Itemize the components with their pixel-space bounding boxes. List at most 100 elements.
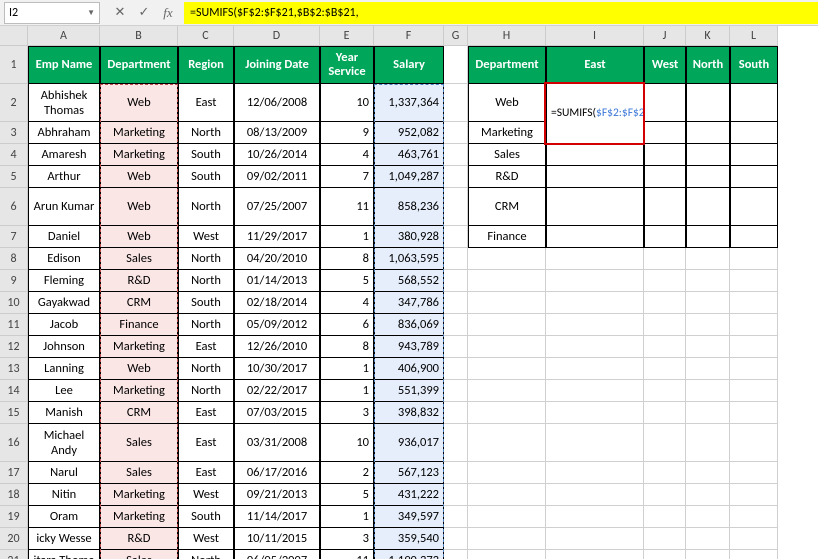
cell-E4[interactable]: 4 <box>320 144 374 166</box>
cell-H12[interactable] <box>468 336 546 358</box>
cell-D7[interactable]: 11/29/2017 <box>234 226 320 248</box>
cell-L16[interactable] <box>730 424 778 462</box>
cell-E16[interactable]: 10 <box>320 424 374 462</box>
cell-K20[interactable] <box>686 528 730 550</box>
cell-B4[interactable]: Marketing <box>100 144 178 166</box>
cell-C11[interactable]: North <box>178 314 234 336</box>
cell-C2[interactable]: East <box>178 84 234 122</box>
cell-F10[interactable]: 347,786 <box>374 292 444 314</box>
cell-B14[interactable]: Marketing <box>100 380 178 402</box>
cell-C20[interactable]: West <box>178 528 234 550</box>
cell-I11[interactable] <box>546 314 644 336</box>
row-header-20[interactable]: 20 <box>0 528 28 550</box>
cell-B17[interactable]: Sales <box>100 462 178 484</box>
cell-K6[interactable] <box>686 188 730 226</box>
cell-D5[interactable]: 09/02/2011 <box>234 166 320 188</box>
cell-K14[interactable] <box>686 380 730 402</box>
cell-B16[interactable]: Sales <box>100 424 178 462</box>
cell-I18[interactable] <box>546 484 644 506</box>
cell-H19[interactable] <box>468 506 546 528</box>
cell-E18[interactable]: 5 <box>320 484 374 506</box>
cell-J14[interactable] <box>644 380 686 402</box>
cell-D13[interactable]: 10/30/2017 <box>234 358 320 380</box>
cell-L4[interactable] <box>730 144 778 166</box>
cell-H3[interactable]: Marketing <box>468 122 546 144</box>
cell-L7[interactable] <box>730 226 778 248</box>
cell-B13[interactable]: Web <box>100 358 178 380</box>
cell-A16[interactable]: Michael Andy <box>28 424 100 462</box>
cell-I8[interactable] <box>546 248 644 270</box>
cell-H9[interactable] <box>468 270 546 292</box>
row-header-5[interactable]: 5 <box>0 166 28 188</box>
cell-K13[interactable] <box>686 358 730 380</box>
cell-I17[interactable] <box>546 462 644 484</box>
cell-C16[interactable]: East <box>178 424 234 462</box>
cell-D12[interactable]: 12/26/2010 <box>234 336 320 358</box>
cell-K11[interactable] <box>686 314 730 336</box>
cell-F12[interactable]: 943,789 <box>374 336 444 358</box>
col-header-J[interactable]: J <box>644 26 686 46</box>
cell-F17[interactable]: 567,123 <box>374 462 444 484</box>
col-header-G[interactable]: G <box>444 26 468 46</box>
header-right-L[interactable]: South <box>730 46 778 84</box>
cell-G16[interactable] <box>444 424 468 462</box>
grid[interactable]: Emp NameAbhishek ThomasAbhrahamAmareshAr… <box>28 46 778 559</box>
cell-K10[interactable] <box>686 292 730 314</box>
header-B[interactable]: Department <box>100 46 178 84</box>
cell-H4[interactable]: Sales <box>468 144 546 166</box>
cell-F4[interactable]: 463,761 <box>374 144 444 166</box>
cell-B5[interactable]: Web <box>100 166 178 188</box>
cell-D2[interactable]: 12/06/2008 <box>234 84 320 122</box>
cell-F20[interactable]: 359,540 <box>374 528 444 550</box>
cell-H11[interactable] <box>468 314 546 336</box>
cell-C21[interactable]: North <box>178 550 234 559</box>
cell-H13[interactable] <box>468 358 546 380</box>
cell-J19[interactable] <box>644 506 686 528</box>
cell-E8[interactable]: 8 <box>320 248 374 270</box>
header-D[interactable]: Joining Date <box>234 46 320 84</box>
formula-input[interactable]: =SUMIFS($F$2:$F$21,$B$2:$B$21, <box>184 2 818 24</box>
cell-K17[interactable] <box>686 462 730 484</box>
cell-C19[interactable]: South <box>178 506 234 528</box>
cell-L13[interactable] <box>730 358 778 380</box>
cell-E15[interactable]: 3 <box>320 402 374 424</box>
cell-D18[interactable]: 09/21/2013 <box>234 484 320 506</box>
cell-H7[interactable]: Finance <box>468 226 546 248</box>
cell-I19[interactable] <box>546 506 644 528</box>
cell-L8[interactable] <box>730 248 778 270</box>
cell-K18[interactable] <box>686 484 730 506</box>
cell-B11[interactable]: Finance <box>100 314 178 336</box>
header-C[interactable]: Region <box>178 46 234 84</box>
cell-F7[interactable]: 380,928 <box>374 226 444 248</box>
cell-A2[interactable]: Abhishek Thomas <box>28 84 100 122</box>
cell-J9[interactable] <box>644 270 686 292</box>
cell-K2[interactable] <box>686 84 730 122</box>
cell-C13[interactable]: North <box>178 358 234 380</box>
cell-H5[interactable]: R&D <box>468 166 546 188</box>
cell-G9[interactable] <box>444 270 468 292</box>
cell-E5[interactable]: 7 <box>320 166 374 188</box>
row-header-1[interactable]: 1 <box>0 46 28 84</box>
cell-A8[interactable]: Edison <box>28 248 100 270</box>
row-header-15[interactable]: 15 <box>0 402 28 424</box>
cell-D4[interactable]: 10/26/2014 <box>234 144 320 166</box>
cell-B3[interactable]: Marketing <box>100 122 178 144</box>
col-header-I[interactable]: I <box>546 26 644 46</box>
cell-H21[interactable] <box>468 550 546 559</box>
row-header-6[interactable]: 6 <box>0 188 28 226</box>
cell-B2[interactable]: Web <box>100 84 178 122</box>
cell-B8[interactable]: Sales <box>100 248 178 270</box>
cell-D6[interactable]: 07/25/2007 <box>234 188 320 226</box>
cell-H17[interactable] <box>468 462 546 484</box>
cell-A12[interactable]: Johnson <box>28 336 100 358</box>
row-header-2[interactable]: 2 <box>0 84 28 122</box>
cell-L2[interactable] <box>730 84 778 122</box>
cell-E12[interactable]: 8 <box>320 336 374 358</box>
cell-D20[interactable]: 10/11/2015 <box>234 528 320 550</box>
cancel-icon[interactable]: ✕ <box>112 5 128 20</box>
row-header-17[interactable]: 17 <box>0 462 28 484</box>
cell-L9[interactable] <box>730 270 778 292</box>
row-header-9[interactable]: 9 <box>0 270 28 292</box>
cell-H2[interactable]: Web <box>468 84 546 122</box>
cell-I21[interactable] <box>546 550 644 559</box>
